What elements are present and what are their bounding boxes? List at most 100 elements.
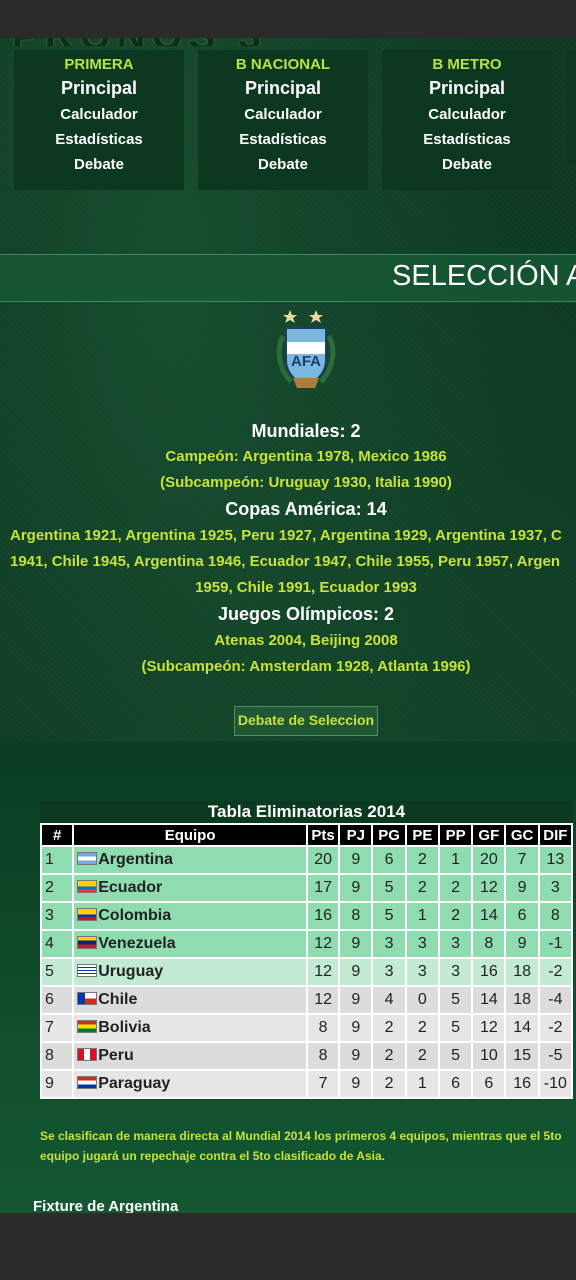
cell-gc: 16 bbox=[504, 1069, 540, 1099]
cell-pg: 5 bbox=[371, 901, 407, 931]
team-name[interactable]: Bolivia bbox=[98, 1019, 150, 1036]
menu-box-b-nacional: B NACIONAL Principal Calculador Estadíst… bbox=[198, 50, 368, 190]
cell-pg: 2 bbox=[371, 1069, 407, 1099]
team-name[interactable]: Peru bbox=[98, 1047, 134, 1064]
menu-link-calculador[interactable]: Calculador bbox=[198, 106, 368, 123]
cell-team[interactable]: Argentina bbox=[72, 845, 308, 875]
section-banner: SELECCIÓN A bbox=[0, 254, 576, 302]
cell-pe: 0 bbox=[404, 985, 440, 1015]
cell-pj: 9 bbox=[338, 929, 374, 959]
cell-pj: 9 bbox=[338, 873, 374, 903]
cell-pg: 5 bbox=[371, 873, 407, 903]
standings-row: 4 Venezuela 12 9 3 3 3 8 9 -1 bbox=[39, 929, 574, 959]
menu-link-principal[interactable]: Principal bbox=[382, 78, 552, 99]
cell-pp: 6 bbox=[437, 1069, 474, 1099]
cell-pp: 3 bbox=[437, 929, 474, 959]
cell-pp: 5 bbox=[437, 985, 474, 1015]
standings-table: # Equipo Pts PJ PG PE PP GF GC DIF 1 Arge… bbox=[39, 823, 574, 1099]
mundiales-campeon: Campeón: Argentina 1978, Mexico 1986 bbox=[165, 448, 447, 465]
cell-gf: 6 bbox=[471, 1069, 507, 1099]
cell-pe: 2 bbox=[404, 873, 440, 903]
standings-row: 7 Bolivia 8 9 2 2 5 12 14 -2 bbox=[39, 1013, 574, 1043]
team-name[interactable]: Venezuela bbox=[98, 935, 175, 952]
cell-pj: 8 bbox=[338, 901, 374, 931]
fixture-heading[interactable]: Fixture de Argentina bbox=[33, 1198, 178, 1213]
menu-heading-b-metro[interactable]: B METRO bbox=[382, 56, 552, 73]
copas-america-line-2: 1941, Chile 1945, Argentina 1946, Ecuado… bbox=[10, 553, 560, 570]
cell-dif: 13 bbox=[537, 845, 574, 875]
cell-pp: 2 bbox=[437, 901, 474, 931]
team-name[interactable]: Paraguay bbox=[98, 1075, 170, 1092]
cell-pg: 4 bbox=[371, 985, 407, 1015]
menu-link-estadisticas[interactable]: Estadísticas bbox=[382, 131, 552, 148]
cell-gf: 8 bbox=[471, 929, 507, 959]
menu-link-debate[interactable]: Debate bbox=[198, 156, 368, 173]
standings-header-row: # Equipo Pts PJ PG PE PP GF GC DIF bbox=[39, 823, 574, 847]
cell-pg: 2 bbox=[371, 1041, 407, 1071]
menu-link-calculador[interactable]: Calculador bbox=[382, 106, 552, 123]
header-gc: GC bbox=[504, 823, 540, 847]
cell-pp: 2 bbox=[437, 873, 474, 903]
menu-link-principal[interactable]: Principal bbox=[198, 78, 368, 99]
cell-team[interactable]: Colombia bbox=[72, 901, 308, 931]
cell-pg: 2 bbox=[371, 1013, 407, 1043]
cell-pts: 12 bbox=[305, 957, 341, 987]
cell-pts: 16 bbox=[305, 901, 341, 931]
team-name[interactable]: Chile bbox=[98, 991, 137, 1008]
cell-team[interactable]: Bolivia bbox=[72, 1013, 308, 1043]
team-name[interactable]: Argentina bbox=[98, 851, 173, 868]
cell-team[interactable]: Venezuela bbox=[72, 929, 308, 959]
cell-pp: 1 bbox=[437, 845, 474, 875]
cell-gc: 18 bbox=[504, 985, 540, 1015]
cell-team[interactable]: Ecuador bbox=[72, 873, 308, 903]
header-pp: PP bbox=[437, 823, 474, 847]
cell-team[interactable]: Peru bbox=[72, 1041, 308, 1071]
team-name[interactable]: Ecuador bbox=[98, 879, 162, 896]
cell-team[interactable]: Paraguay bbox=[72, 1069, 308, 1099]
ecuador-flag-icon bbox=[77, 880, 98, 893]
menu-box-primera: PRIMERA Principal Calculador Estadística… bbox=[14, 50, 184, 190]
cell-pts: 12 bbox=[305, 985, 341, 1015]
cell-pj: 9 bbox=[338, 1069, 374, 1099]
menu-link-debate[interactable]: Debate bbox=[14, 156, 184, 173]
menu-link-calculador[interactable]: Calculador bbox=[14, 106, 184, 123]
standings-row: 6 Chile 12 9 4 0 5 14 18 -4 bbox=[39, 985, 574, 1015]
cell-pg: 3 bbox=[371, 929, 407, 959]
cell-gf: 14 bbox=[471, 901, 507, 931]
menu-heading-primera[interactable]: PRIMERA bbox=[14, 56, 184, 73]
menu-link-debate[interactable]: Debate bbox=[382, 156, 552, 173]
cell-gf: 10 bbox=[471, 1041, 507, 1071]
cell-dif: -10 bbox=[537, 1069, 574, 1099]
cell-team[interactable]: Chile bbox=[72, 985, 308, 1015]
chile-flag-icon bbox=[77, 992, 98, 1005]
paraguay-flag-icon bbox=[77, 1076, 98, 1089]
menu-link-estadisticas[interactable]: Estadísticas bbox=[14, 131, 184, 148]
header-pe: PE bbox=[404, 823, 440, 847]
cell-pg: 3 bbox=[371, 957, 407, 987]
cell-pe: 2 bbox=[404, 845, 440, 875]
mundiales-subcampeon: (Subcampeón: Uruguay 1930, Italia 1990) bbox=[160, 474, 452, 491]
menu-heading-b-nacional[interactable]: B NACIONAL bbox=[198, 56, 368, 73]
cell-team[interactable]: Uruguay bbox=[72, 957, 308, 987]
cell-pts: 12 bbox=[305, 929, 341, 959]
top-status-bar bbox=[0, 0, 576, 38]
crest-letters: AFA bbox=[291, 353, 321, 370]
cell-dif: -5 bbox=[537, 1041, 574, 1071]
header-dif: DIF bbox=[537, 823, 574, 847]
cell-gc: 9 bbox=[504, 929, 540, 959]
header-team: Equipo bbox=[72, 823, 308, 847]
cell-pg: 6 bbox=[371, 845, 407, 875]
debate-seleccion-button[interactable]: Debate de Seleccion bbox=[234, 706, 378, 736]
olimpicos-campeon: Atenas 2004, Beijing 2008 bbox=[214, 632, 398, 649]
team-name[interactable]: Colombia bbox=[98, 907, 171, 924]
cell-gc: 7 bbox=[504, 845, 540, 875]
menu-link-principal[interactable]: Principal bbox=[14, 78, 184, 99]
standings-row: 5 Uruguay 12 9 3 3 3 16 18 -2 bbox=[39, 957, 574, 987]
menu-link-estadisticas[interactable]: Estadísticas bbox=[198, 131, 368, 148]
argentina-flag-icon bbox=[77, 852, 98, 865]
cell-gc: 14 bbox=[504, 1013, 540, 1043]
cell-pe: 1 bbox=[404, 901, 440, 931]
team-name[interactable]: Uruguay bbox=[98, 963, 163, 980]
mundiales-title: Mundiales: 2 bbox=[251, 421, 361, 441]
cell-gf: 12 bbox=[471, 1013, 507, 1043]
